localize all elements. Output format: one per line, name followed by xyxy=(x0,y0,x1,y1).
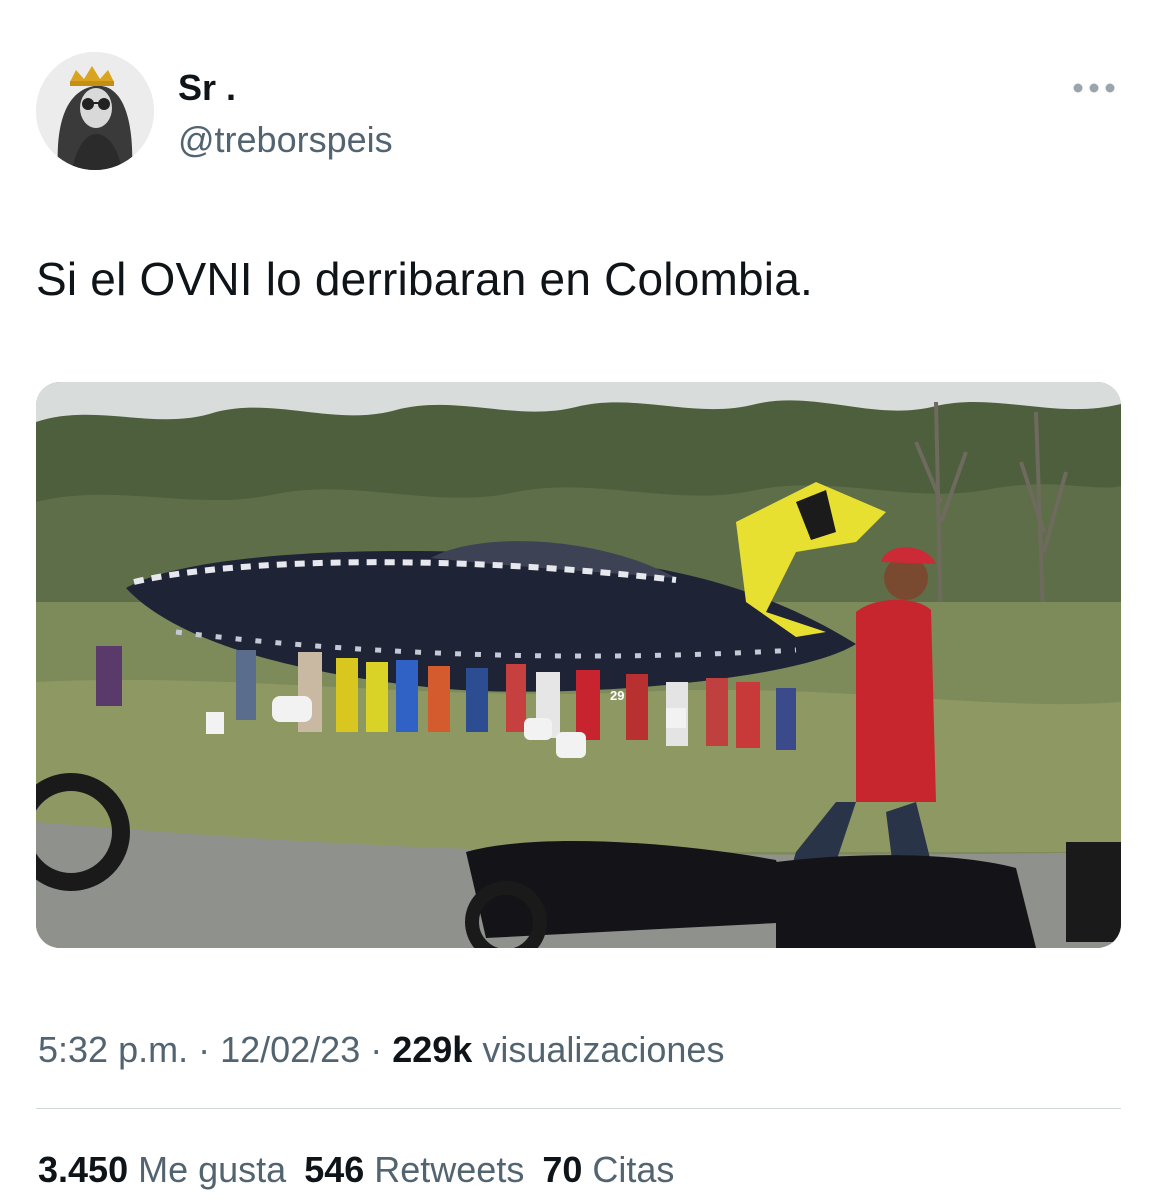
retweets-label: Retweets xyxy=(364,1149,525,1190)
author-handle[interactable]: @treborspeis xyxy=(178,118,393,162)
views-label: visualizaciones xyxy=(472,1029,725,1070)
tweet-date[interactable]: 12/02/23 xyxy=(220,1029,360,1070)
tweet-stats: 3.450 Me gusta 546 Retweets 70 Citas xyxy=(38,1144,692,1196)
more-horizontal-icon xyxy=(1073,83,1115,93)
tweet-media-image[interactable]: 29 xyxy=(36,382,1121,948)
views-count: 229k xyxy=(392,1029,473,1070)
separator: · xyxy=(360,1029,393,1070)
likes-count: 3.450 xyxy=(38,1149,129,1190)
likes-label: Me gusta xyxy=(128,1149,287,1190)
jersey-number: 29 xyxy=(610,688,624,703)
quotes-label: Citas xyxy=(582,1149,675,1190)
tweet-meta: 5:32 p.m. · 12/02/23 · 229k visualizacio… xyxy=(38,1024,724,1076)
separator: · xyxy=(188,1029,221,1070)
quotes-stat[interactable]: 70 Citas xyxy=(542,1149,674,1190)
tweet-text: Si el OVNI lo derribaran en Colombia. xyxy=(36,253,813,305)
retweets-count: 546 xyxy=(304,1149,365,1190)
profile-photo xyxy=(36,52,154,170)
quotes-count: 70 xyxy=(542,1149,583,1190)
avatar[interactable] xyxy=(36,52,154,170)
author-display-name[interactable]: Sr . xyxy=(178,66,236,110)
likes-stat[interactable]: 3.450 Me gusta xyxy=(38,1149,286,1190)
retweets-stat[interactable]: 546 Retweets xyxy=(304,1149,524,1190)
more-options-button[interactable] xyxy=(1066,70,1122,106)
tweet-time[interactable]: 5:32 p.m. xyxy=(38,1029,188,1070)
ufo-crash-photo: 29 xyxy=(36,382,1121,948)
divider xyxy=(36,1108,1121,1109)
